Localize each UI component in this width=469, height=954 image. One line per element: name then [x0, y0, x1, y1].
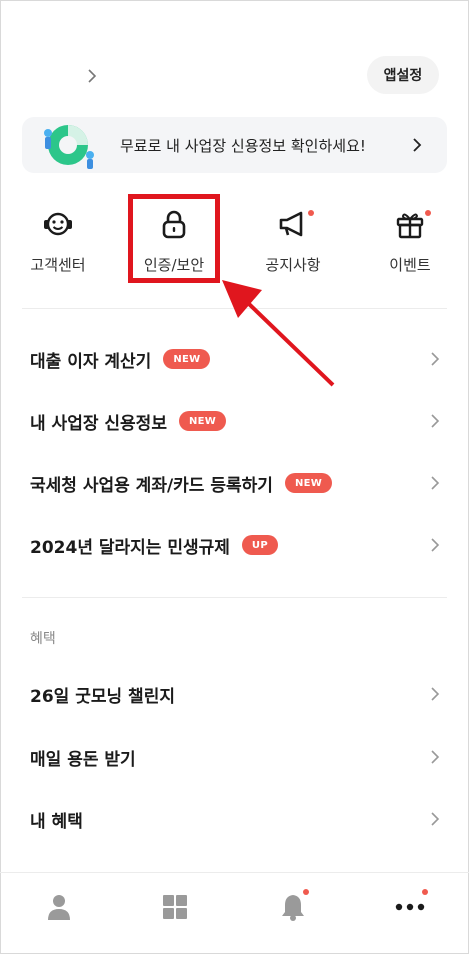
- notification-dot: [303, 889, 309, 895]
- app-settings-button[interactable]: 앱설정: [367, 56, 439, 94]
- quick-item-customer-center[interactable]: 고객센터: [3, 192, 113, 287]
- annotation-highlight-box: [128, 194, 220, 283]
- quick-item-event[interactable]: 이벤트: [355, 192, 465, 287]
- chevron-right-icon: [425, 747, 445, 767]
- quick-item-label: 공지사항: [265, 256, 321, 274]
- divider: [22, 308, 447, 309]
- nav-more[interactable]: [390, 887, 430, 927]
- chevron-right-icon: [425, 684, 445, 704]
- headset-icon: [40, 206, 76, 242]
- up-badge: UP: [241, 535, 278, 555]
- menu-item-label: 내 혜택: [30, 811, 83, 832]
- chevron-right-icon: [413, 138, 422, 152]
- credit-chart-illustration: [38, 117, 98, 173]
- nav-home-grid[interactable]: [155, 887, 195, 927]
- menu-item-daily-allowance[interactable]: 매일 용돈 받기: [0, 727, 469, 787]
- menu-item-2024-regulations[interactable]: 2024년 달라지는 민생규제 UP: [0, 515, 469, 575]
- quick-item-label: 이벤트: [389, 256, 431, 274]
- menu-item-label: 26일 굿모닝 챌린지: [30, 686, 175, 707]
- credit-info-banner[interactable]: 무료로 내 사업장 신용정보 확인하세요!: [22, 117, 447, 173]
- menu-item-my-benefits[interactable]: 내 혜택: [0, 789, 469, 849]
- nav-notifications[interactable]: [273, 887, 313, 927]
- chevron-right-icon: [425, 473, 445, 493]
- megaphone-icon: [275, 206, 314, 242]
- header: 앱설정: [0, 50, 469, 102]
- bottom-nav: [0, 872, 469, 942]
- more-icon: [395, 903, 425, 911]
- menu-item-label: 2024년 달라지는 민생규제: [30, 537, 230, 558]
- benefits-section-title: 혜택: [30, 631, 56, 647]
- quick-item-notice[interactable]: 공지사항: [238, 192, 348, 287]
- grid-icon: [163, 895, 187, 919]
- menu-item-label: 매일 용돈 받기: [30, 749, 136, 770]
- chevron-right-icon: [425, 349, 445, 369]
- divider: [22, 597, 447, 598]
- menu-item-goodmorning-challenge[interactable]: 26일 굿모닝 챌린지: [0, 664, 469, 724]
- quick-menu: 고객센터 인증/보안 공지사항 이벤트: [0, 192, 469, 292]
- gift-icon: [392, 206, 431, 242]
- profile-link[interactable]: [80, 64, 104, 88]
- new-badge: NEW: [163, 349, 211, 369]
- chevron-right-icon: [425, 411, 445, 431]
- banner-text: 무료로 내 사업장 신용정보 확인하세요!: [120, 136, 366, 155]
- new-badge: NEW: [178, 411, 227, 431]
- new-dot: [308, 210, 314, 216]
- banner-chevron: [407, 135, 427, 155]
- new-badge: NEW: [284, 473, 333, 493]
- person-icon: [48, 895, 70, 920]
- menu-item-label: 대출 이자 계산기: [30, 351, 152, 372]
- quick-item-label: 고객센터: [30, 256, 86, 274]
- menu-item-label: 국세청 사업용 계좌/카드 등록하기: [30, 475, 273, 496]
- bell-icon: [282, 895, 304, 921]
- menu-item-credit-info[interactable]: 내 사업장 신용정보 NEW: [0, 391, 469, 451]
- notification-dot: [422, 889, 428, 895]
- menu-item-tax-account-register[interactable]: 국세청 사업용 계좌/카드 등록하기 NEW: [0, 453, 469, 513]
- new-dot: [425, 210, 431, 216]
- chevron-right-icon: [88, 69, 97, 83]
- menu-item-loan-calculator[interactable]: 대출 이자 계산기 NEW: [0, 329, 469, 389]
- chevron-right-icon: [425, 535, 445, 555]
- menu-item-label: 내 사업장 신용정보: [30, 413, 167, 434]
- nav-profile[interactable]: [39, 887, 79, 927]
- chevron-right-icon: [425, 809, 445, 829]
